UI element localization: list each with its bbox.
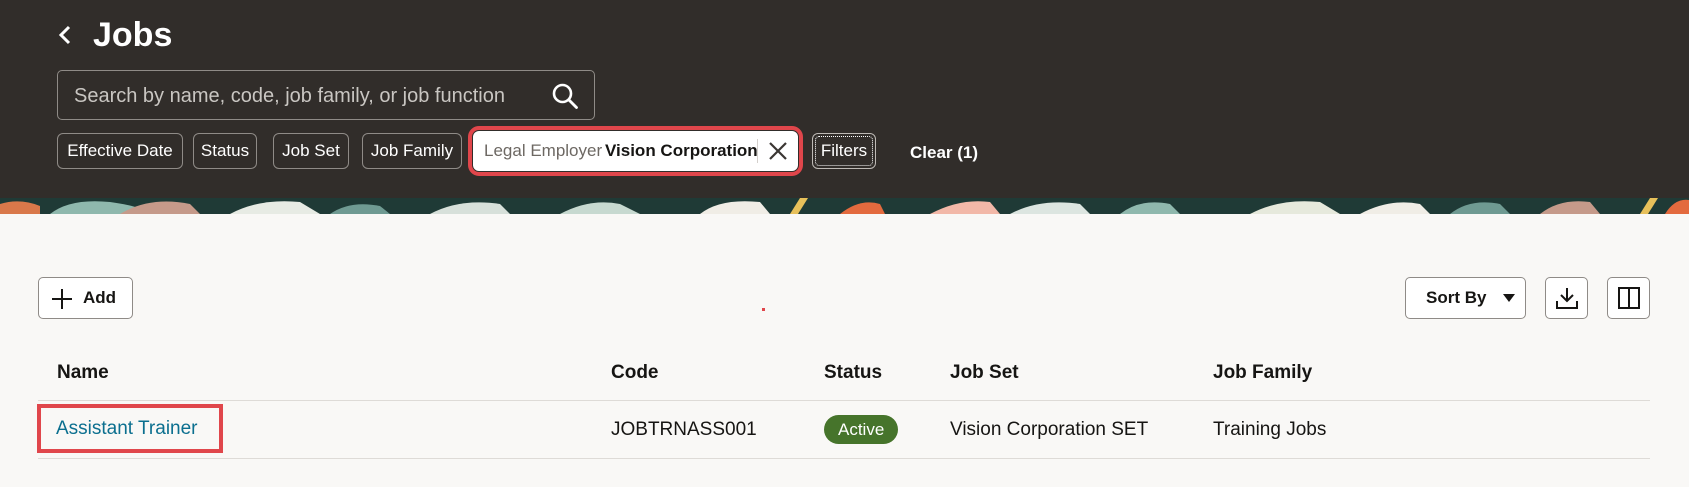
job-name-cell: Assistant Trainer <box>37 404 223 453</box>
filter-chip-job-family[interactable]: Job Family <box>362 133 462 169</box>
job-set-cell: Vision Corporation SET <box>950 419 1149 440</box>
download-icon <box>1555 288 1578 309</box>
sort-by-button[interactable]: Sort By <box>1405 277 1526 319</box>
filters-button[interactable]: Filters <box>812 133 876 169</box>
table-header-divider <box>38 400 1650 401</box>
back-button[interactable] <box>52 20 78 50</box>
job-family-cell: Training Jobs <box>1213 419 1327 440</box>
caret-down-icon <box>1503 294 1515 302</box>
plus-icon <box>52 289 72 309</box>
table-row-divider <box>38 458 1650 459</box>
page-header: Jobs Effective Date Status Job Set Job F… <box>0 0 1689 200</box>
add-button-label: Add <box>83 288 117 307</box>
job-code-cell: JOBTRNASS001 <box>611 419 757 440</box>
column-header-job-family[interactable]: Job Family <box>1213 358 1312 388</box>
column-header-code[interactable]: Code <box>611 358 659 388</box>
chip-divider <box>757 139 758 163</box>
filter-chip-label: Legal Employer <box>484 141 603 160</box>
filter-chip-job-set[interactable]: Job Set <box>273 133 349 169</box>
filter-chip-effective-date[interactable]: Effective Date <box>57 133 183 169</box>
page-title: Jobs <box>93 16 173 54</box>
cursor-marker <box>762 308 765 311</box>
search-input[interactable] <box>72 71 536 121</box>
filter-chip-value: Vision Corporation <box>605 141 758 160</box>
export-button[interactable] <box>1545 277 1588 319</box>
remove-filter-button[interactable] <box>763 136 793 166</box>
panel-split-icon <box>1617 287 1640 309</box>
search-icon <box>552 83 578 109</box>
add-button[interactable]: Add <box>38 277 133 319</box>
column-header-job-set[interactable]: Job Set <box>950 358 1019 388</box>
chevron-left-icon <box>58 25 71 45</box>
filter-chip-legal-employer[interactable]: Legal Employer Vision Corporation <box>468 126 803 176</box>
sort-by-label: Sort By <box>1426 288 1487 307</box>
column-header-name[interactable]: Name <box>57 358 109 388</box>
split-view-button[interactable] <box>1607 277 1650 319</box>
column-header-status[interactable]: Status <box>824 358 882 388</box>
status-badge: Active <box>824 415 899 444</box>
search-box <box>57 70 595 121</box>
job-name-link[interactable]: Assistant Trainer <box>56 405 198 452</box>
filter-chip-status[interactable]: Status <box>193 133 257 169</box>
search-button[interactable] <box>550 81 580 111</box>
decorative-banner <box>0 198 1689 214</box>
clear-filters-link[interactable]: Clear (1) <box>910 133 978 173</box>
close-icon <box>769 142 787 160</box>
